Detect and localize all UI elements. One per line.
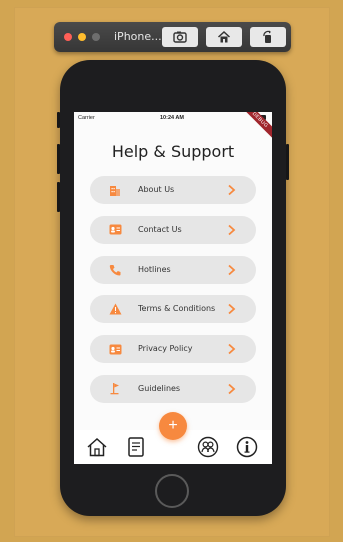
power-button: [286, 144, 289, 180]
status-time: 10:24 AM: [160, 115, 184, 121]
id-card-icon: [108, 342, 122, 356]
menu-item-guidelines[interactable]: Guidelines: [90, 374, 256, 403]
chevron-right-icon: [228, 344, 236, 355]
screenshot-button[interactable]: [162, 27, 198, 47]
flag-icon: [108, 382, 122, 396]
volume-down-button: [57, 182, 60, 212]
mute-switch: [57, 112, 60, 128]
people-icon[interactable]: [197, 436, 219, 458]
menu-item-label: Contact Us: [138, 224, 182, 234]
screenshot-icon: [173, 31, 187, 43]
carrier-label: Carrier: [78, 115, 95, 121]
chevron-right-icon: [228, 304, 236, 315]
app-screen: Carrier 10:24 AM DEBUG Help & Support Ab…: [74, 112, 272, 464]
phone-home-button[interactable]: [155, 474, 189, 508]
page-title: Help & Support: [111, 142, 235, 161]
info-icon[interactable]: [236, 436, 258, 458]
menu-item-label: About Us: [138, 185, 175, 194]
add-button[interactable]: +: [159, 412, 187, 440]
support-menu: About Us Contact Us Hotlines Terms & Con…: [90, 176, 256, 415]
status-bar: Carrier 10:24 AM: [74, 112, 272, 124]
menu-item-about-us[interactable]: About Us: [90, 176, 256, 204]
minimize-window-button[interactable]: [78, 33, 86, 41]
volume-up-button: [57, 144, 60, 174]
home-icon: [217, 30, 231, 43]
chevron-right-icon: [228, 383, 236, 395]
menu-item-terms-conditions[interactable]: Terms & Conditions: [90, 295, 256, 324]
document-icon[interactable]: [125, 436, 147, 458]
contact-card-icon: [108, 223, 122, 237]
menu-item-label: Privacy Policy: [138, 344, 193, 354]
zoom-window-button[interactable]: [92, 33, 100, 41]
simulator-toolbar: iPhone...: [54, 22, 291, 52]
chevron-right-icon: [228, 264, 236, 275]
chevron-right-icon: [228, 184, 236, 196]
menu-item-hotlines[interactable]: Hotlines: [90, 255, 256, 284]
building-icon: [108, 183, 122, 197]
menu-item-label: Terms & Conditions: [138, 304, 216, 314]
rotate-icon: [263, 30, 271, 43]
phone-icon: [108, 263, 122, 277]
menu-item-privacy-policy[interactable]: Privacy Policy: [90, 335, 256, 364]
simulator-title: iPhone...: [114, 30, 162, 43]
rotate-button[interactable]: [250, 27, 286, 47]
close-window-button[interactable]: [64, 33, 72, 41]
home-icon[interactable]: [86, 436, 108, 458]
menu-item-label: Guidelines: [138, 383, 181, 393]
menu-item-contact-us[interactable]: Contact Us: [90, 215, 256, 244]
simulator-home-button[interactable]: [206, 27, 242, 47]
warning-icon: [108, 302, 122, 316]
menu-item-label: Hotlines: [138, 264, 171, 274]
chevron-right-icon: [228, 224, 236, 235]
